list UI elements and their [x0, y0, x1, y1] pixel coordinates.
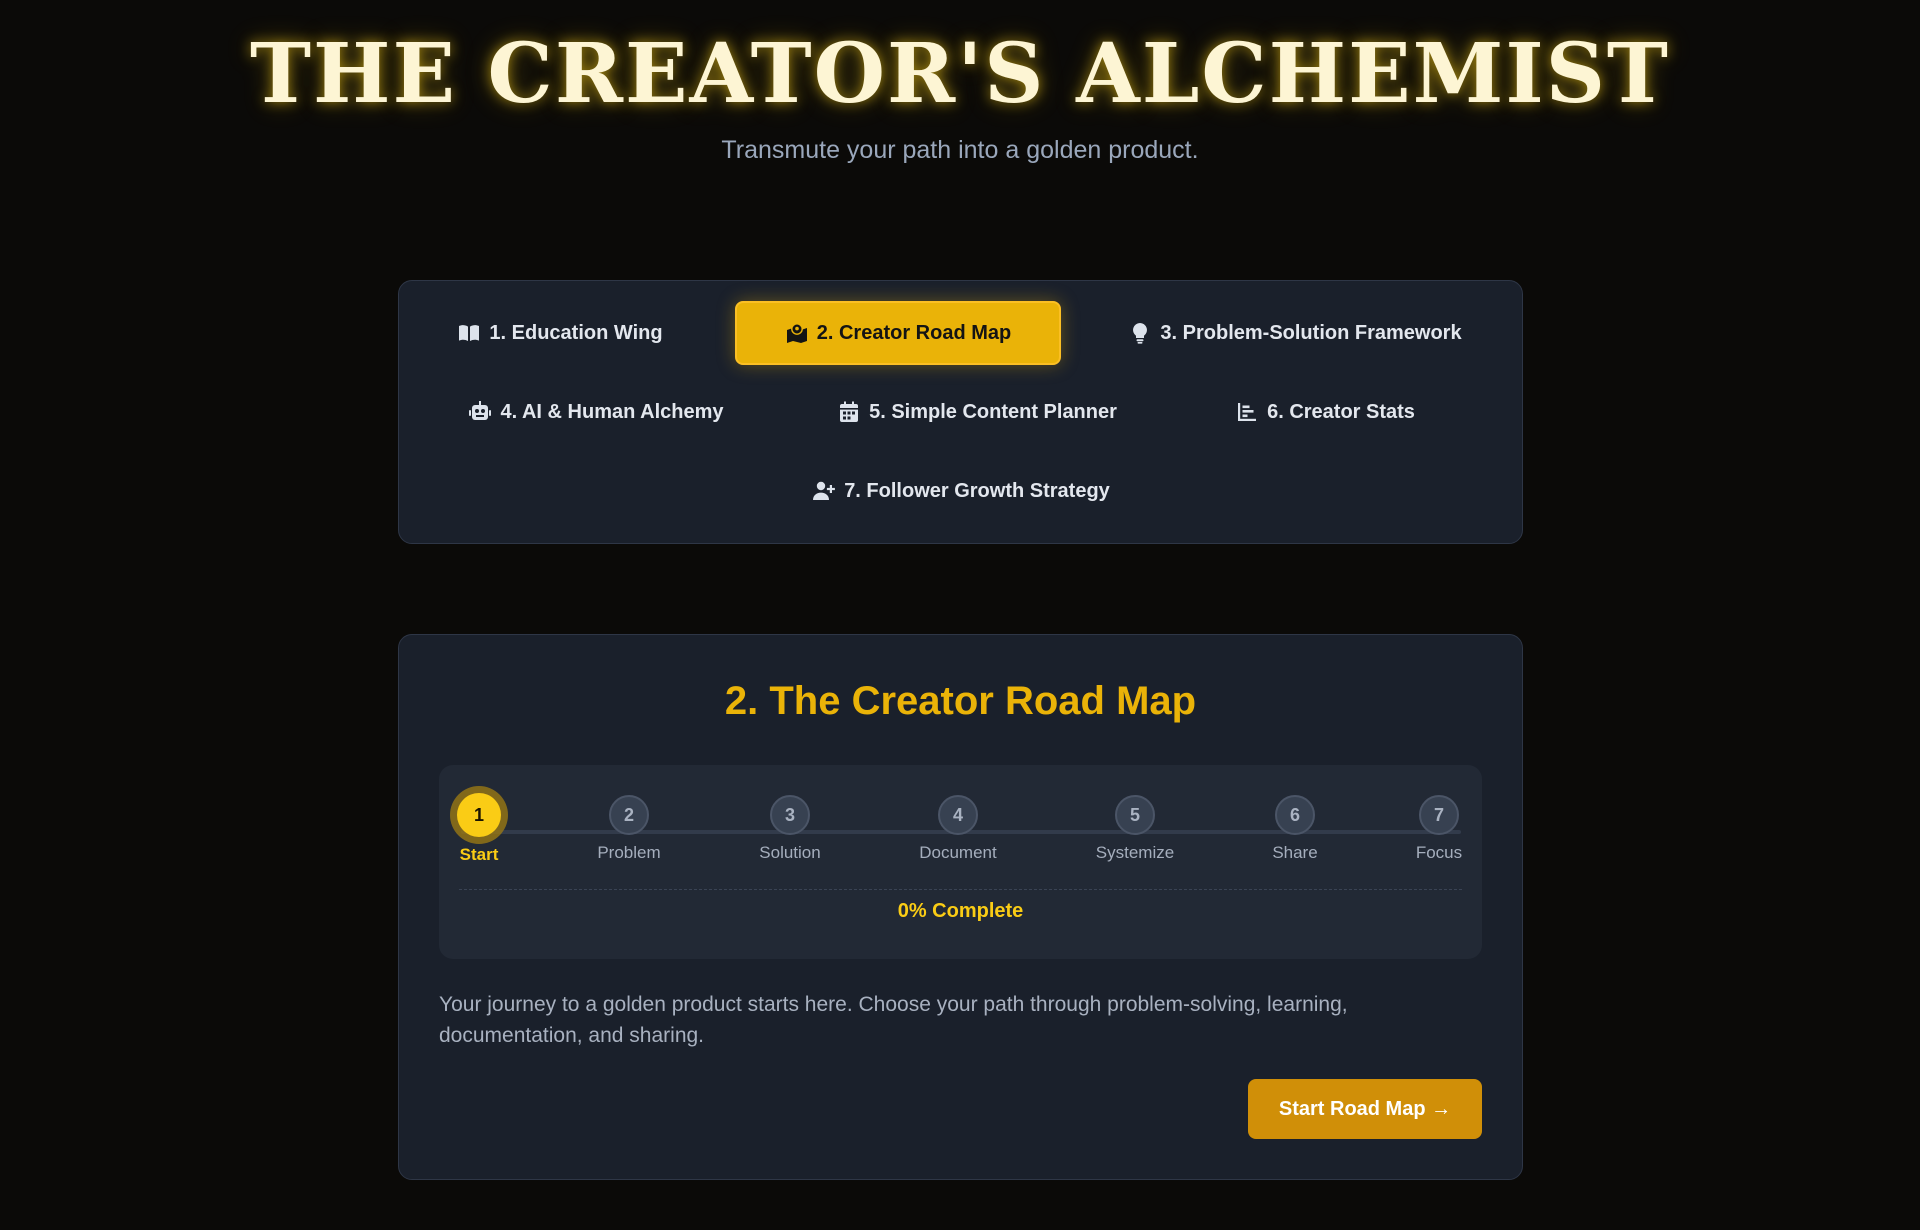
roadmap-intro: Your journey to a golden product starts …: [439, 993, 1348, 1047]
lightbulb-icon: [1133, 323, 1148, 344]
calendar-icon: [840, 401, 859, 422]
tab-problem-solution-framework[interactable]: 3. Problem-Solution Framework: [1107, 301, 1483, 365]
step-number: 4: [938, 795, 978, 835]
roadmap-step-document[interactable]: 4 Document: [898, 793, 1018, 863]
tab-label: 4. AI & Human Alchemy: [500, 400, 724, 423]
roadmap-step-systemize[interactable]: 5 Systemize: [1075, 793, 1195, 863]
app-subtitle: Transmute your path into a golden produc…: [721, 136, 1199, 164]
tab-label: 1. Education Wing: [489, 321, 663, 344]
tab-education-wing[interactable]: 1. Education Wing: [447, 301, 673, 365]
tab-label: 2. Creator Road Map: [816, 321, 1012, 344]
roadmap-card: 2. The Creator Road Map 1 Start 2 Proble…: [398, 634, 1523, 1180]
tab-ai-human-alchemy[interactable]: 4. AI & Human Alchemy: [459, 380, 733, 444]
roadmap-progress-panel: 1 Start 2 Problem 3 Solution 4 Document …: [439, 765, 1482, 959]
step-number: 6: [1275, 795, 1315, 835]
app-title: THE CREATOR'S ALCHEMIST: [250, 26, 1670, 122]
roadmap-step-share[interactable]: 6 Share: [1235, 793, 1355, 863]
tab-label: 3. Problem-Solution Framework: [1160, 321, 1462, 344]
map-location-icon: [786, 323, 807, 343]
step-number: 7: [1419, 795, 1459, 835]
bar-chart-icon: [1238, 403, 1257, 421]
user-plus-icon: [813, 481, 836, 500]
roadmap-step-start[interactable]: 1 Start: [419, 793, 539, 865]
roadmap-step-problem[interactable]: 2 Problem: [569, 793, 689, 863]
start-road-map-button[interactable]: Start Road Map →: [1248, 1079, 1482, 1139]
step-label: Solution: [759, 843, 821, 862]
step-label: Document: [919, 843, 997, 862]
roadmap-step-solution[interactable]: 3 Solution: [730, 793, 850, 863]
step-label: Share: [1272, 843, 1318, 862]
tab-follower-growth-strategy[interactable]: 7. Follower Growth Strategy: [803, 459, 1119, 523]
robot-icon: [469, 401, 492, 420]
app-page: THE CREATOR'S ALCHEMIST Transmute your p…: [0, 0, 1920, 1230]
step-label: Start: [459, 845, 499, 864]
step-label: Systemize: [1095, 843, 1175, 862]
progress-percent: 0% Complete: [897, 900, 1024, 922]
step-label: Focus: [1415, 843, 1463, 862]
roadmap-step-focus[interactable]: 7 Focus: [1379, 793, 1499, 863]
progress-divider: [459, 889, 1462, 890]
tab-label: 5. Simple Content Planner: [869, 400, 1117, 423]
section-nav: 1. Education Wing 2. Creator Road Map 3.…: [398, 280, 1523, 544]
tab-creator-road-map[interactable]: 2. Creator Road Map: [735, 301, 1061, 365]
book-open-icon: [459, 325, 480, 341]
tab-label: 6. Creator Stats: [1267, 400, 1415, 423]
step-number: 1: [457, 793, 501, 837]
step-label: Problem: [597, 843, 661, 862]
step-number: 2: [609, 795, 649, 835]
step-number: 3: [770, 795, 810, 835]
step-number: 5: [1115, 795, 1155, 835]
tab-label: 7. Follower Growth Strategy: [844, 479, 1110, 502]
tab-creator-stats[interactable]: 6. Creator Stats: [1229, 380, 1421, 444]
tab-simple-content-planner[interactable]: 5. Simple Content Planner: [835, 380, 1119, 444]
section-title: 2. The Creator Road Map: [724, 679, 1197, 723]
